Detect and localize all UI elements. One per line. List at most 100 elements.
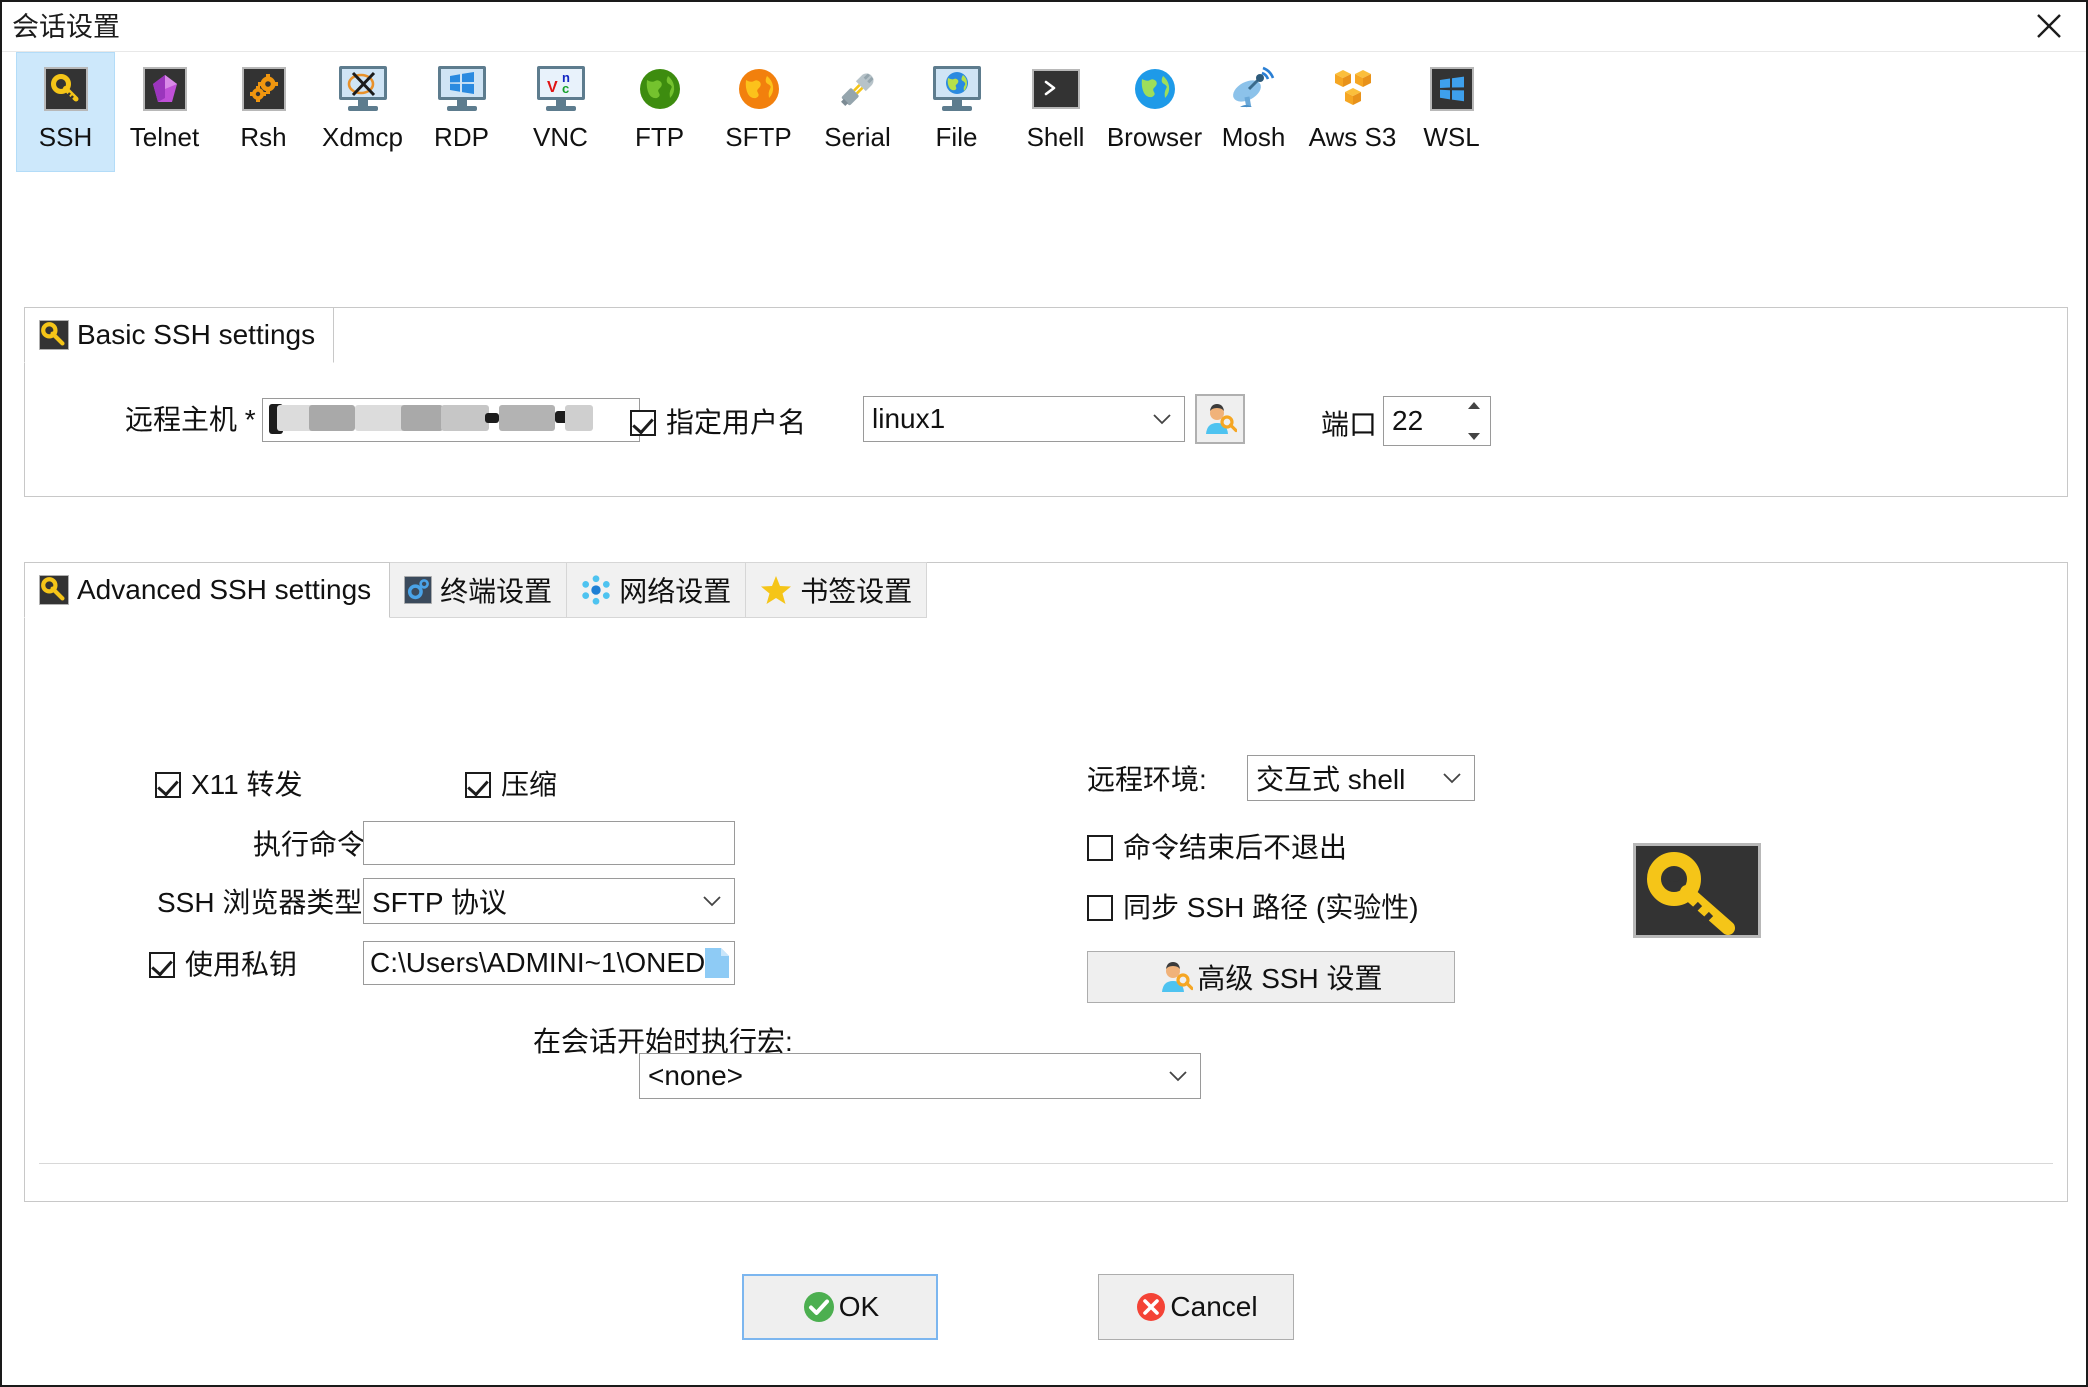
specify-username-label: 指定用户名 — [666, 407, 807, 438]
session-type-file[interactable]: File — [907, 52, 1006, 172]
session-settings-dialog: 会话设置 SSH Telnet Rsh Xdmcp RDP V n c VNC … — [0, 0, 2088, 1387]
tab-bookmark-settings[interactable]: 书签设置 — [746, 562, 928, 618]
session-type-ftp[interactable]: FTP — [610, 52, 709, 172]
checkbox-box — [1087, 835, 1113, 861]
use-private-key-checkbox[interactable]: 使用私钥 — [149, 948, 297, 982]
tab-network-settings[interactable]: 网络设置 — [567, 562, 747, 618]
tab-label: 终端设置 — [440, 576, 553, 607]
file-icon[interactable] — [704, 947, 730, 979]
sync-ssh-path-checkbox[interactable]: 同步 SSH 路径 (实验性) — [1087, 891, 1419, 925]
exec-command-input[interactable] — [363, 821, 735, 865]
svg-text:c: c — [562, 81, 569, 96]
use-private-key-label: 使用私钥 — [185, 949, 298, 980]
terminal-gears-icon — [404, 576, 433, 604]
compression-checkbox[interactable]: 压缩 — [465, 768, 557, 802]
x11-forwarding-checkbox[interactable]: X11 转发 — [155, 768, 303, 802]
session-type-label: File — [935, 122, 978, 152]
ssh-browser-type-value: SFTP 协议 — [372, 887, 507, 918]
session-type-aws-s3[interactable]: Aws S3 — [1303, 52, 1402, 172]
port-input[interactable]: 22 — [1383, 396, 1491, 446]
serial-plug-icon — [831, 62, 885, 116]
tab-label: 书签设置 — [800, 576, 913, 607]
tab-advanced-ssh-settings[interactable]: Advanced SSH settings — [24, 562, 391, 618]
macro-value: <none> — [648, 1060, 743, 1091]
port-value: 22 — [1392, 405, 1424, 436]
compression-label: 压缩 — [501, 769, 558, 800]
session-type-mosh[interactable]: Mosh — [1204, 52, 1303, 172]
session-type-xdmcp[interactable]: Xdmcp — [313, 52, 412, 172]
mosh-satellite-icon — [1227, 62, 1281, 116]
user-key-icon — [1206, 404, 1237, 434]
checkbox-box — [149, 952, 175, 978]
user-picker-button[interactable] — [1195, 394, 1245, 444]
star-icon — [760, 574, 792, 606]
telnet-gem-icon — [138, 62, 192, 116]
remote-host-row: 远程主机 * — [125, 398, 640, 442]
close-icon — [2037, 14, 2061, 38]
no-exit-after-command-checkbox[interactable]: 命令结束后不退出 — [1087, 831, 1347, 865]
advanced-ssh-settings-button-label: 高级 SSH 设置 — [1197, 963, 1383, 994]
remote-environment-combo[interactable]: 交互式 shell — [1247, 755, 1475, 801]
username-value: linux1 — [872, 403, 946, 434]
session-type-wsl[interactable]: WSL — [1402, 52, 1501, 172]
session-type-vnc[interactable]: V n c VNC — [511, 52, 610, 172]
ftp-green-globe-icon — [633, 62, 687, 116]
session-type-rsh[interactable]: Rsh — [214, 52, 313, 172]
titlebar: 会话设置 — [2, 2, 2086, 52]
session-type-label: Aws S3 — [1308, 122, 1397, 152]
spinner-arrows[interactable] — [1466, 401, 1482, 441]
aws-s3-cubes-icon — [1326, 62, 1380, 116]
checkbox-box — [465, 772, 491, 798]
advanced-ssh-settings-button[interactable]: 高级 SSH 设置 — [1087, 951, 1455, 1003]
session-type-label: Shell — [1026, 122, 1085, 152]
basic-ssh-settings-group: Basic SSH settings 远程主机 * 指定用户名 linux1 端… — [24, 307, 2068, 497]
file-monitor-globe-icon — [930, 62, 984, 116]
user-key-icon — [1162, 962, 1194, 992]
shell-terminal-icon — [1029, 62, 1083, 116]
session-type-telnet[interactable]: Telnet — [115, 52, 214, 172]
window-title: 会话设置 — [12, 12, 120, 42]
tab-label: Advanced SSH settings — [77, 574, 372, 605]
session-type-label: Xdmcp — [322, 122, 403, 152]
ssh-browser-type-combo[interactable]: SFTP 协议 — [363, 878, 735, 924]
session-type-label: VNC — [533, 122, 588, 152]
close-button[interactable] — [2018, 4, 2080, 48]
session-type-label: Browser — [1106, 122, 1203, 152]
basic-ssh-settings-tab[interactable]: Basic SSH settings — [24, 307, 335, 363]
ssh-key-icon — [39, 62, 93, 116]
advanced-ssh-settings-group: Advanced SSH settings 终端设置 网络设置 书签设置 X11… — [24, 562, 2068, 1202]
vnc-monitor-icon: V n c — [534, 62, 588, 116]
basic-ssh-settings-tab-label: Basic SSH settings — [77, 319, 316, 350]
rdp-windows-icon — [435, 62, 489, 116]
session-type-browser[interactable]: Browser — [1105, 52, 1204, 172]
sftp-orange-globe-icon — [732, 62, 786, 116]
session-type-ssh[interactable]: SSH — [16, 52, 115, 172]
ssh-key-banner-icon — [1633, 843, 1761, 938]
session-type-shell[interactable]: Shell — [1006, 52, 1105, 172]
spinner-down-icon[interactable] — [1467, 432, 1481, 441]
private-key-path-value: C:\Users\ADMINI~1\ONEDRI~1. — [370, 947, 704, 978]
port-label: 端口 — [1321, 409, 1378, 440]
private-key-path-input[interactable]: C:\Users\ADMINI~1\ONEDRI~1. — [363, 941, 735, 985]
checkbox-box — [155, 772, 181, 798]
session-type-label: WSL — [1423, 122, 1480, 152]
session-type-serial[interactable]: Serial — [808, 52, 907, 172]
session-type-rdp[interactable]: RDP — [412, 52, 511, 172]
key-icon — [39, 320, 69, 350]
browser-globe-icon — [1128, 62, 1182, 116]
session-type-label: SSH — [38, 122, 93, 152]
exec-command-label: 执行命令: — [253, 829, 373, 860]
key-icon — [39, 575, 69, 605]
cancel-button[interactable]: Cancel — [1098, 1274, 1294, 1340]
username-combo[interactable]: linux1 — [863, 396, 1185, 442]
session-type-sftp[interactable]: SFTP — [709, 52, 808, 172]
rsh-gears-icon — [237, 62, 291, 116]
xdmcp-monitor-icon — [336, 62, 390, 116]
remote-environment-value: 交互式 shell — [1256, 764, 1406, 795]
macro-combo[interactable]: <none> — [639, 1053, 1201, 1099]
ok-button[interactable]: OK — [742, 1274, 938, 1340]
specify-username-checkbox[interactable]: 指定用户名 — [630, 406, 806, 440]
spinner-up-icon[interactable] — [1467, 401, 1481, 410]
tab-terminal-settings[interactable]: 终端设置 — [390, 562, 568, 618]
remote-host-input[interactable] — [261, 398, 640, 442]
